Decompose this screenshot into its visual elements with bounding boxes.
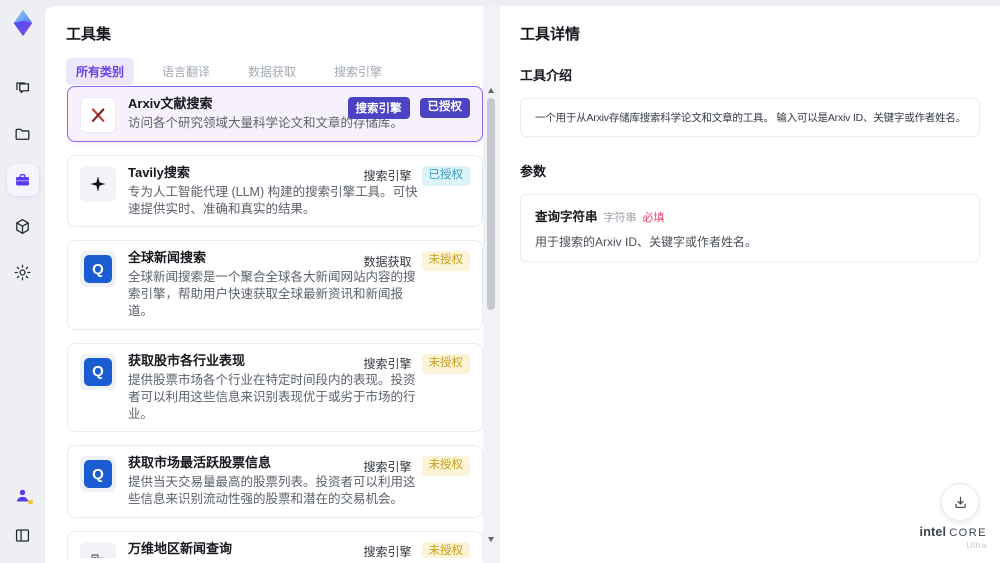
- building-icon: [88, 550, 108, 558]
- tool-icon: Q: [80, 251, 116, 288]
- q-news-logo-icon: Q: [84, 357, 112, 386]
- panel-layout-icon: [15, 528, 30, 542]
- scrollbar-thumb[interactable]: [487, 98, 495, 310]
- intel-wordmark: intel: [919, 525, 947, 539]
- main-content: 工具集 所有类别语言翻译数据获取搜索引擎 Q: [45, 6, 1000, 563]
- params-heading: 参数: [520, 164, 547, 179]
- param-description: 用于搜索的Arxiv ID、关键字或作者姓名。: [535, 235, 758, 249]
- scroll-down-arrow-icon[interactable]: [488, 537, 494, 542]
- arxiv-logo-icon: [88, 105, 108, 125]
- tool-card[interactable]: Q 万维地区新闻查询 查询具体行政区划内的新闻，快速了解各地新闻动 搜索引擎 未…: [67, 531, 483, 558]
- tool-description: 全球新闻搜索是一个聚合全球各大新闻网站内容的搜索引擎，帮助用户快速获取全球最新资…: [128, 270, 416, 319]
- param-type-label: 字符串: [603, 212, 637, 224]
- tool-description: 提供当天交易量最高的股票列表。投资者可以利用这些信息来识别流动性强的股票和潜在的…: [128, 475, 416, 507]
- intel-core-logo: intel CORE Ultra: [920, 525, 987, 550]
- tool-list: Q Arxiv文献搜索 访问各个研究领域大量科学论文和文章的存储库。 搜索引擎 …: [67, 86, 483, 558]
- category-tab-2[interactable]: 数据获取: [238, 58, 306, 85]
- tool-icon: Q: [80, 456, 116, 493]
- q-news-logo-icon: Q: [84, 255, 112, 284]
- tool-category-label: 数据获取: [363, 254, 412, 269]
- sidebar-item-files[interactable]: [7, 118, 39, 150]
- param-required-badge: 必填: [642, 212, 665, 224]
- tool-status-badge: 已授权: [419, 98, 470, 118]
- tool-card[interactable]: Q 全球新闻搜索 全球新闻搜索是一个聚合全球各大新闻网站内容的搜索引擎，帮助用户…: [67, 240, 483, 330]
- download-tray-icon: [954, 496, 966, 508]
- category-tab-3[interactable]: 搜索引擎: [324, 58, 392, 85]
- tool-category-label: 搜索引擎: [363, 169, 412, 184]
- account-notification-dot: [28, 499, 33, 504]
- sidebar-item-settings[interactable]: [7, 256, 39, 288]
- tool-icon: Q: [80, 542, 116, 558]
- chat-icon: [16, 81, 30, 93]
- category-tab-1[interactable]: 语言翻译: [152, 58, 220, 85]
- detail-title: 工具详情: [520, 26, 581, 43]
- tool-category-label: 搜索引擎: [347, 97, 410, 119]
- tool-icon: Q: [80, 353, 116, 390]
- tool-detail-panel: 工具详情 工具介绍 一个用于从Arxiv存储库搜索科学论文和文章的工具。 输入可…: [500, 6, 1000, 563]
- intro-heading: 工具介绍: [520, 68, 573, 83]
- param-name: 查询字符串: [535, 210, 598, 224]
- tool-status-badge: 未授权: [421, 542, 470, 558]
- tool-status-badge: 已授权: [421, 165, 470, 186]
- parameter-box: 查询字符串 字符串 必填 用于搜索的Arxiv ID、关键字或作者姓名。: [520, 194, 980, 262]
- ultra-wordmark: Ultra: [966, 540, 987, 550]
- sidebar-item-panel-toggle[interactable]: [7, 519, 39, 551]
- intro-box: 一个用于从Arxiv存储库搜索科学论文和文章的工具。 输入可以是Arxiv ID…: [520, 98, 980, 137]
- tool-status-badge: 未授权: [421, 251, 470, 272]
- sidebar-item-tools[interactable]: [6, 164, 39, 196]
- tool-description: 提供股票市场各个行业在特定时间段内的表现。投资者可以利用这些信息来识别表现优于或…: [128, 372, 416, 421]
- download-button[interactable]: [941, 483, 979, 521]
- briefcase-tools-icon: [16, 173, 29, 185]
- category-tabs: 所有类别 语言翻译 数据获取 搜索引擎: [66, 58, 392, 85]
- core-wordmark: CORE: [949, 527, 987, 539]
- app-logo[interactable]: [8, 8, 38, 38]
- q-news-logo-icon: Q: [84, 460, 112, 489]
- scroll-up-arrow-icon[interactable]: [488, 88, 494, 93]
- tool-category-label: 搜索引擎: [363, 459, 412, 474]
- tool-icon: Q: [80, 97, 116, 133]
- sidebar-item-account[interactable]: [7, 479, 39, 511]
- tool-card[interactable]: Q 获取股市各行业表现 提供股票市场各个行业在特定时间段内的表现。投资者可以利用…: [67, 342, 483, 433]
- cube-package-icon: [16, 218, 29, 234]
- tool-icon: Q: [80, 165, 116, 202]
- sidebar: [0, 0, 45, 563]
- tool-card[interactable]: Q 获取市场最活跃股票信息 提供当天交易量最高的股票列表。投资者可以利用这些信息…: [67, 445, 483, 519]
- sidebar-item-packages[interactable]: [7, 210, 39, 242]
- tool-category-label: 搜索引擎: [363, 357, 412, 372]
- page-title: 工具集: [66, 26, 112, 43]
- folder-icon: [15, 128, 30, 140]
- tool-description: 专为人工智能代理 (LLM) 构建的搜索引擎工具。可快速提供实时、准确和真实的结…: [128, 184, 418, 216]
- sidebar-item-chat[interactable]: [7, 72, 39, 104]
- gem-logo-icon: [13, 9, 32, 37]
- category-tab-0[interactable]: 所有类别: [66, 58, 135, 85]
- four-point-star-icon: [88, 174, 108, 194]
- tool-card[interactable]: Q Tavily搜索 专为人工智能代理 (LLM) 构建的搜索引擎工具。可快速提…: [67, 154, 483, 228]
- tool-status-badge: 未授权: [421, 353, 470, 374]
- tool-card[interactable]: Q Arxiv文献搜索 访问各个研究领域大量科学论文和文章的存储库。 搜索引擎 …: [67, 86, 483, 142]
- tool-status-badge: 未授权: [421, 456, 470, 477]
- gear-settings-icon: [14, 264, 31, 280]
- intro-text: 一个用于从Arxiv存储库搜索科学论文和文章的工具。 输入可以是Arxiv ID…: [535, 112, 965, 124]
- app-window: 工具集 所有类别语言翻译数据获取搜索引擎 Q: [0, 0, 1000, 563]
- tool-category-label: 搜索引擎: [363, 545, 412, 558]
